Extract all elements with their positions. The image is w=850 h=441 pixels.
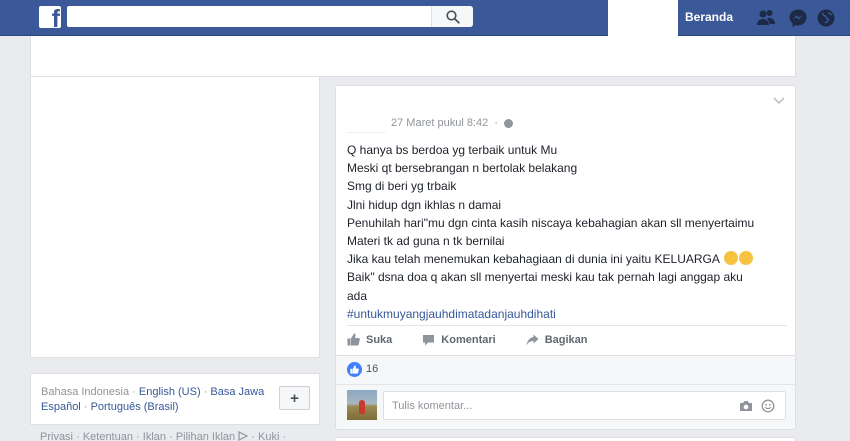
search-button[interactable] (431, 6, 473, 27)
top-navigation-bar: f Beranda (0, 0, 850, 36)
thumbs-up-icon (347, 333, 360, 346)
separator: · (83, 401, 88, 413)
post-line: Meski qt bersebrangan n bertolak belakan… (347, 161, 578, 176)
post-card: 27 Maret pukul 8:42 · Q hanya bs berdoa … (335, 85, 796, 356)
cover-card (30, 36, 796, 77)
language-option-spanish[interactable]: Español (41, 401, 81, 413)
share-button[interactable]: Bagikan (526, 334, 588, 346)
separator: · (169, 431, 173, 441)
comment-input[interactable]: Tulis komentar... (383, 391, 786, 420)
post-line: Jlni hidup dgn ikhlas n damai (347, 197, 502, 212)
post-line: Baik" dsna doa q akan sll menyertai mesk… (347, 270, 743, 285)
separator: · (282, 431, 287, 441)
separator: · (132, 386, 136, 398)
language-option-portuguese[interactable]: Português (Brasil) (91, 401, 179, 413)
commenter-avatar[interactable] (347, 390, 377, 420)
smiling-emoji-icon (738, 251, 753, 266)
separator: · (494, 117, 498, 129)
current-language: Bahasa Indonesia (41, 386, 130, 398)
language-selector: Bahasa Indonesia · English (US) · Basa J… (30, 373, 320, 425)
hashtag-link[interactable]: #untukmuyangjauhdimatadanjauhdihati (347, 305, 787, 323)
separator: · (251, 431, 255, 441)
avatar-figure (359, 400, 365, 414)
comment-placeholder: Tulis komentar... (392, 400, 473, 412)
reaction-count[interactable]: 16 (366, 363, 378, 375)
footer-link-ads[interactable]: Iklan (143, 431, 166, 441)
like-reaction-icon[interactable] (347, 362, 362, 377)
post-line-with-emoji: Jika kau telah menemukan kebahagiaan di … (347, 250, 787, 268)
search-icon (445, 9, 460, 24)
footer-link-cookies[interactable]: Kuki (258, 431, 279, 441)
reactions-summary: 16 (335, 356, 796, 384)
add-language-button[interactable]: + (279, 386, 310, 410)
thumbs-up-icon (350, 365, 359, 374)
post-author-avatar[interactable] (346, 103, 386, 133)
language-option-english[interactable]: English (US) (139, 386, 201, 398)
share-arrow-icon (526, 334, 539, 345)
notifications-globe-icon[interactable] (816, 8, 836, 28)
separator: · (76, 431, 80, 441)
separator: · (203, 386, 208, 398)
post-line: Q hanya bs berdoa yg terbaik untuk Mu (347, 143, 558, 157)
footer-link-privacy[interactable]: Privasi (40, 431, 73, 441)
emoji-smiley-icon[interactable] (761, 399, 775, 413)
post-line: Smg di beri yg trbaik (347, 179, 457, 194)
privacy-globe-icon[interactable] (503, 118, 513, 128)
like-label: Suka (366, 333, 393, 346)
home-link[interactable]: Beranda (685, 10, 733, 24)
footer-link-terms[interactable]: Ketentuan (83, 431, 133, 441)
facebook-logo[interactable]: f (39, 6, 61, 28)
post-line: Penuhilah hari"mu dgn cinta kasih niscay… (347, 215, 755, 230)
chevron-down-icon[interactable] (773, 97, 785, 105)
footer-link-ad-choices[interactable]: Pilihan Iklan (176, 431, 235, 441)
comment-composer: Tulis komentar... (335, 384, 796, 430)
post-line: Materi tk ad guna n tk bernilai (347, 234, 505, 249)
post-text: Q hanya bs berdoa yg terbaik untuk Mu Me… (347, 141, 787, 323)
post-line: ada (347, 288, 368, 303)
post-timestamp-text[interactable]: 27 Maret pukul 8:42 (391, 117, 488, 129)
ad-choices-icon (238, 431, 249, 441)
share-label: Bagikan (544, 333, 588, 346)
search-input[interactable] (67, 6, 473, 27)
post-line: Jika kau telah menemukan kebahagiaan di … (347, 252, 720, 267)
camera-icon[interactable] (739, 400, 753, 412)
footer-links: Privasi · Ketentuan · Iklan · Pilihan Ik… (40, 431, 286, 441)
messenger-icon[interactable] (788, 8, 808, 28)
comment-button[interactable]: Komentari (422, 333, 496, 346)
friend-requests-icon[interactable] (756, 8, 776, 28)
left-sidebar-card (30, 77, 320, 358)
next-post-card (335, 437, 796, 441)
grinning-emoji-icon (723, 251, 738, 266)
language-option-javanese[interactable]: Basa Jawa (210, 386, 264, 398)
profile-link[interactable] (608, 0, 678, 36)
comment-label: Komentari (441, 333, 496, 346)
post-actions-bar: Suka Komentari Bagikan (347, 325, 787, 353)
separator: · (136, 431, 140, 441)
like-button[interactable]: Suka (347, 333, 392, 346)
comment-bubble-icon (423, 334, 435, 345)
post-timestamp: 27 Maret pukul 8:42 · (391, 117, 513, 129)
